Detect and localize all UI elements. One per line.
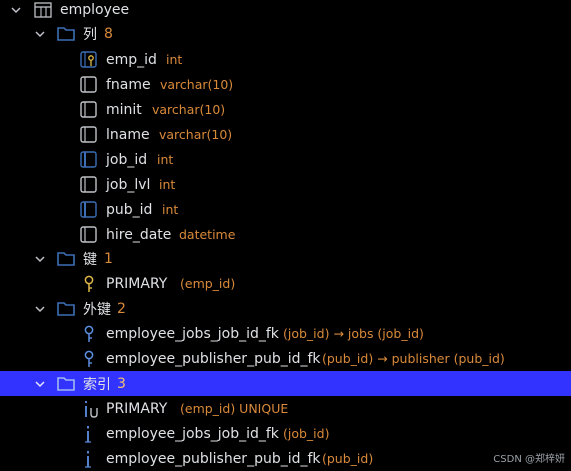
column-row[interactable]: job_lvl int xyxy=(0,172,571,197)
column-name: fname xyxy=(106,76,151,93)
group-count: 8 xyxy=(104,25,113,42)
column-name: minit xyxy=(106,101,142,118)
watermark-text: CSDN @郑梓妍 xyxy=(493,454,565,465)
column-row[interactable]: minit varchar(10) xyxy=(0,97,571,122)
column-row[interactable]: lname varchar(10) xyxy=(0,122,571,147)
group-columns[interactable]: 列 8 xyxy=(0,21,571,46)
column-name: pub_id xyxy=(106,201,153,218)
table-node-employee[interactable]: employee xyxy=(0,0,571,22)
key-row[interactable]: PRIMARY (emp_id) xyxy=(0,271,571,296)
column-name: lname xyxy=(106,126,150,143)
column-row[interactable]: hire_date datetime xyxy=(0,222,571,247)
foreign-key-name: employee_publisher_pub_id_fk xyxy=(106,350,321,367)
column-row[interactable]: job_id int xyxy=(0,147,571,172)
column-icon xyxy=(80,100,98,119)
table-icon xyxy=(34,1,52,18)
index-name: employee_publisher_pub_id_fk xyxy=(106,450,321,467)
foreign-key-row[interactable]: employee_jobs_job_id_fk (job_id) → jobs … xyxy=(0,321,571,346)
index-row[interactable]: employee_jobs_job_id_fk (job_id) xyxy=(0,421,571,446)
key-icon xyxy=(82,275,96,293)
foreign-key-row[interactable]: employee_publisher_pub_id_fk (pub_id) → … xyxy=(0,346,571,371)
chevron-down-icon[interactable] xyxy=(34,253,46,265)
column-name: emp_id xyxy=(106,51,157,68)
foreign-key-icon xyxy=(82,325,96,343)
group-count: 2 xyxy=(117,300,126,317)
column-row[interactable]: pub_id int xyxy=(0,197,571,222)
chevron-down-icon[interactable] xyxy=(34,378,46,390)
index-icon xyxy=(82,450,94,468)
group-foreign-keys[interactable]: 外键 2 xyxy=(0,296,571,321)
group-count: 1 xyxy=(104,250,113,267)
table-name: employee xyxy=(60,1,130,18)
foreign-key-column-icon xyxy=(80,200,98,219)
folder-icon xyxy=(57,376,75,391)
column-type: varchar(10) xyxy=(159,127,233,142)
column-row[interactable]: fname varchar(10) xyxy=(0,72,571,97)
group-label: 外键 xyxy=(83,301,111,318)
column-name: hire_date xyxy=(106,226,172,243)
chevron-down-icon[interactable] xyxy=(34,303,46,315)
column-type: datetime xyxy=(179,227,236,242)
group-label: 列 xyxy=(83,26,97,43)
column-row[interactable]: emp_id int xyxy=(0,47,571,72)
column-icon xyxy=(80,225,98,244)
foreign-key-icon xyxy=(82,350,96,368)
group-label: 索引 xyxy=(83,376,111,393)
index-name: employee_jobs_job_id_fk xyxy=(106,425,279,442)
foreign-key-detail: (job_id) → jobs (job_id) xyxy=(283,326,424,341)
group-indexes[interactable]: 索引 3 xyxy=(0,371,571,396)
index-name: PRIMARY xyxy=(106,400,168,417)
unique-index-icon xyxy=(82,400,102,418)
column-type: varchar(10) xyxy=(152,102,226,117)
chevron-down-icon[interactable] xyxy=(10,4,22,16)
chevron-down-icon[interactable] xyxy=(34,28,46,40)
index-icon xyxy=(82,425,94,443)
column-icon xyxy=(80,125,98,144)
index-row[interactable]: employee_publisher_pub_id_fk (pub_id) xyxy=(0,446,571,471)
index-detail: (emp_id) UNIQUE xyxy=(180,401,289,416)
index-detail: (pub_id) xyxy=(322,451,374,466)
group-count: 3 xyxy=(117,375,126,392)
key-detail: (emp_id) xyxy=(180,276,236,291)
column-type: varchar(10) xyxy=(160,77,234,92)
column-type: int xyxy=(159,177,176,192)
column-type: int xyxy=(162,202,179,217)
column-type: int xyxy=(157,152,174,167)
column-type: int xyxy=(166,52,183,67)
group-keys[interactable]: 键 1 xyxy=(0,246,571,271)
column-name: job_lvl xyxy=(106,176,151,193)
key-name: PRIMARY xyxy=(106,275,168,292)
folder-icon xyxy=(57,251,75,266)
foreign-key-name: employee_jobs_job_id_fk xyxy=(106,325,279,342)
column-icon xyxy=(80,175,98,194)
index-row[interactable]: PRIMARY (emp_id) UNIQUE xyxy=(0,396,571,421)
column-name: job_id xyxy=(106,151,148,168)
primary-key-column-icon xyxy=(80,50,98,69)
foreign-key-column-icon xyxy=(80,150,98,169)
column-icon xyxy=(80,75,98,94)
folder-icon xyxy=(57,26,75,41)
group-label: 键 xyxy=(83,251,97,268)
foreign-key-detail: (pub_id) → publisher (pub_id) xyxy=(322,351,505,366)
folder-icon xyxy=(57,301,75,316)
index-detail: (job_id) xyxy=(283,426,330,441)
